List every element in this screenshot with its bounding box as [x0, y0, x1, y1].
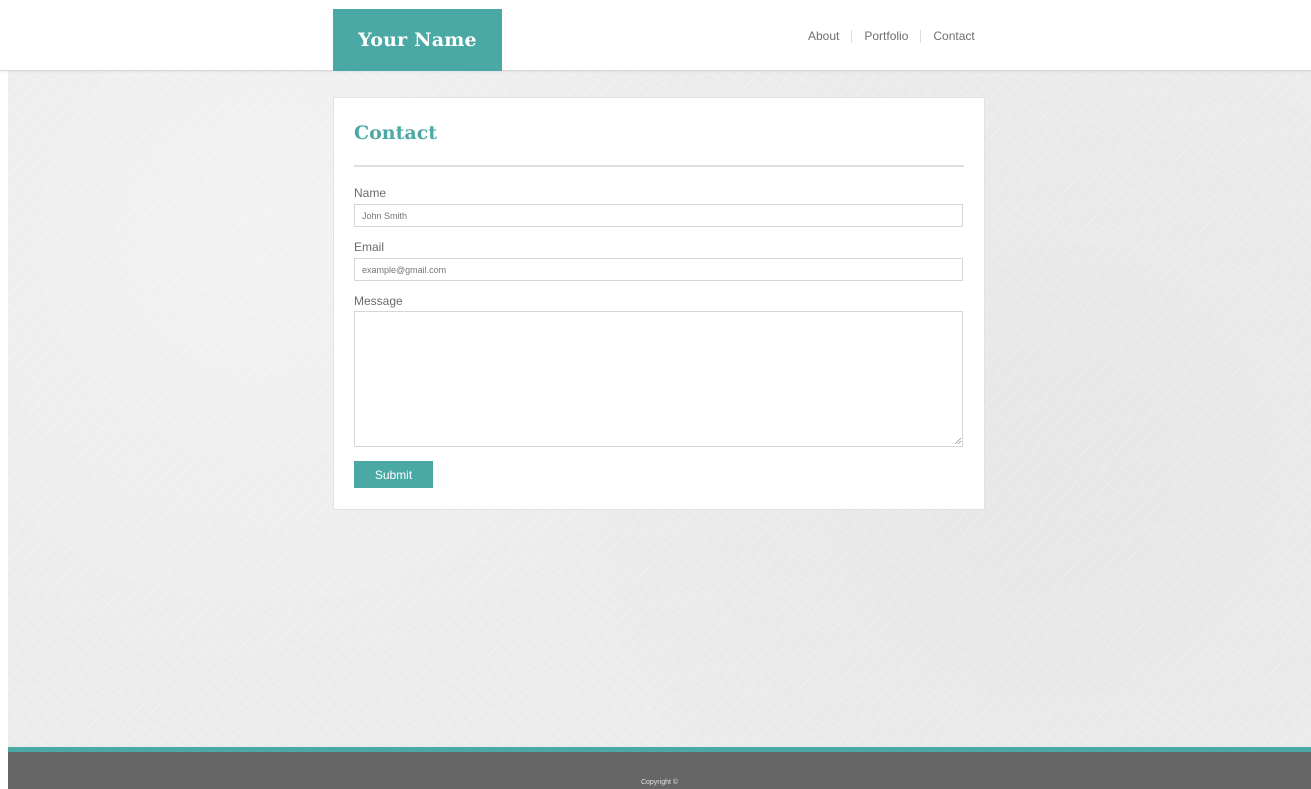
submit-button[interactable]: Submit: [354, 461, 433, 488]
left-edge-strip: [0, 71, 8, 789]
title-divider: [354, 165, 964, 167]
message-label: Message: [354, 294, 403, 308]
message-textarea[interactable]: [354, 311, 963, 447]
logo-text[interactable]: Your Name: [358, 29, 477, 51]
main-nav: About Portfolio Contact: [808, 29, 975, 43]
nav-divider: [920, 29, 922, 43]
contact-card: Contact Name Email Message Submit: [333, 97, 985, 510]
page: Your Name About Portfolio Contact Contac…: [0, 0, 1311, 789]
site-footer: Copyright ©: [8, 747, 1311, 789]
email-label: Email: [354, 240, 385, 254]
nav-portfolio-link[interactable]: Portfolio: [864, 29, 908, 43]
resize-grip-icon[interactable]: [955, 438, 961, 444]
copyright-text: Copyright ©: [640, 779, 679, 786]
nav-divider: [851, 29, 853, 43]
nav-about-link[interactable]: About: [808, 29, 839, 43]
nav-contact-link[interactable]: Contact: [933, 29, 974, 43]
page-title: Contact: [354, 122, 438, 144]
name-input[interactable]: [354, 204, 963, 227]
logo[interactable]: Your Name: [333, 9, 502, 71]
email-input[interactable]: [354, 258, 963, 281]
site-header: Your Name About Portfolio Contact: [0, 0, 1311, 71]
name-label: Name: [354, 186, 387, 200]
